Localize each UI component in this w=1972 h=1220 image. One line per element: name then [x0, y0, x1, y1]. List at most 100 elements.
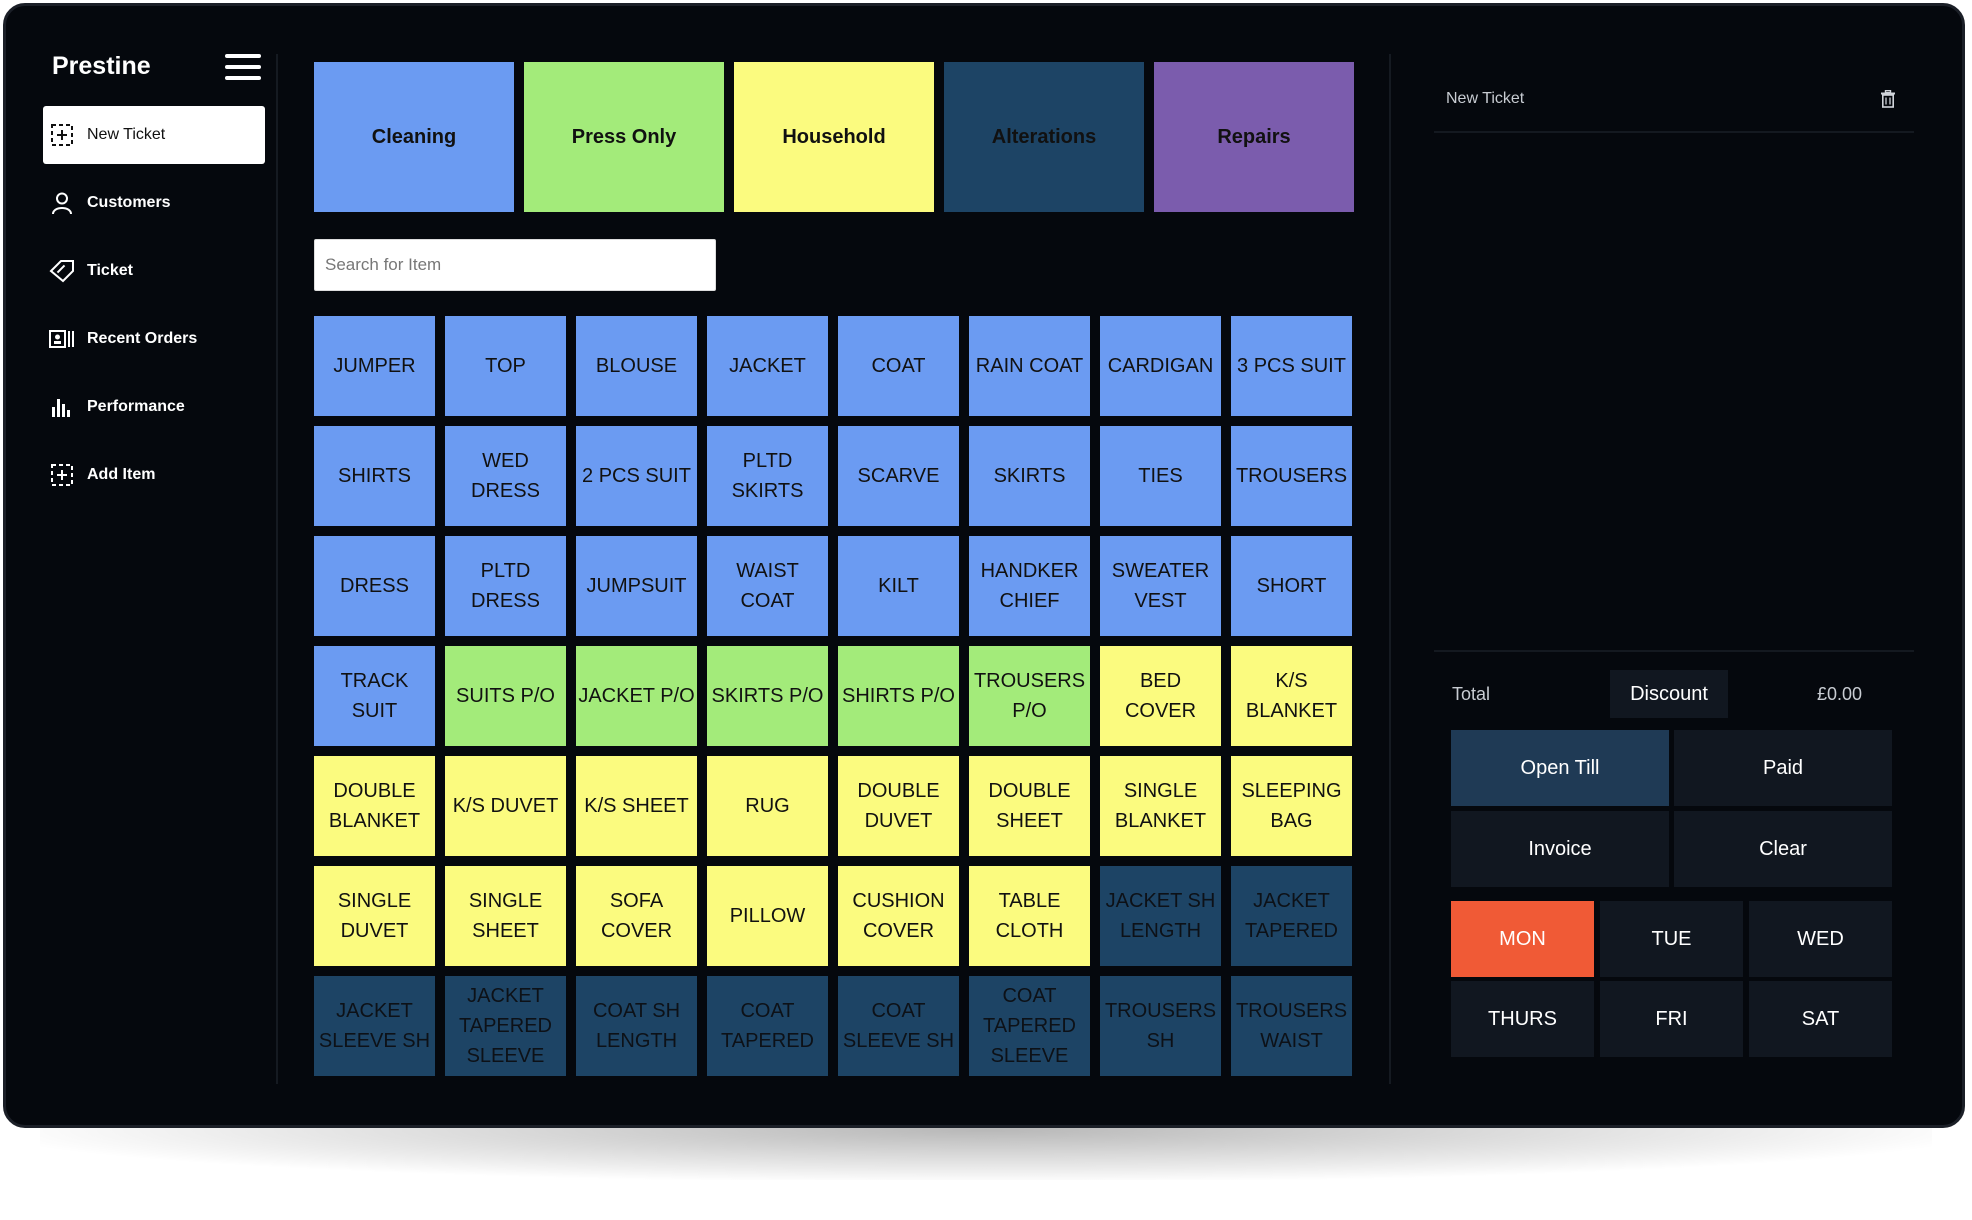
item-tile-rain-coat[interactable]: RAIN COAT [969, 316, 1090, 416]
item-tile-pltd-skirts[interactable]: PLTD SKIRTS [707, 426, 828, 526]
category-tab-repairs[interactable]: Repairs [1154, 62, 1354, 212]
user-icon [49, 190, 75, 216]
ticket-title: New Ticket [1446, 90, 1525, 107]
day-button-wed[interactable]: WED [1749, 901, 1892, 977]
item-tile-jumper[interactable]: JUMPER [314, 316, 435, 416]
item-tile-jacket-p-o[interactable]: JACKET P/O [576, 646, 697, 746]
day-button-tue[interactable]: TUE [1600, 901, 1743, 977]
panel-divider [1389, 54, 1391, 1084]
item-tile-cardigan[interactable]: CARDIGAN [1100, 316, 1221, 416]
item-tile-scarve[interactable]: SCARVE [838, 426, 959, 526]
sidebar-item-add-item[interactable]: Add Item [43, 446, 265, 504]
item-tile-rug[interactable]: RUG [707, 756, 828, 856]
item-tile-pillow[interactable]: PILLOW [707, 866, 828, 966]
item-tile-blouse[interactable]: BLOUSE [576, 316, 697, 416]
item-tile-jacket-tapered[interactable]: JACKET TAPERED [1231, 866, 1352, 966]
add-item-icon [49, 462, 75, 488]
open-till-button[interactable]: Open Till [1451, 730, 1669, 806]
item-tile-k-s-sheet[interactable]: K/S SHEET [576, 756, 697, 856]
item-tile-coat-sleeve-sh[interactable]: COAT SLEEVE SH [838, 976, 959, 1076]
item-tile-dress[interactable]: DRESS [314, 536, 435, 636]
item-tile-trousers[interactable]: TROUSERS [1231, 426, 1352, 526]
recent-orders-icon [49, 326, 75, 352]
item-tile-double-sheet[interactable]: DOUBLE SHEET [969, 756, 1090, 856]
item-tile-sofa-cover[interactable]: SOFA COVER [576, 866, 697, 966]
item-tile-ties[interactable]: TIES [1100, 426, 1221, 526]
item-tile-pltd-dress[interactable]: PLTD DRESS [445, 536, 566, 636]
category-tab-cleaning[interactable]: Cleaning [314, 62, 514, 212]
sidebar-item-label: Customers [87, 194, 171, 211]
item-tile-shirts[interactable]: SHIRTS [314, 426, 435, 526]
item-tile-skirts[interactable]: SKIRTS [969, 426, 1090, 526]
item-tile-top[interactable]: TOP [445, 316, 566, 416]
invoice-button[interactable]: Invoice [1451, 811, 1669, 887]
item-tile-bed-cover[interactable]: BED COVER [1100, 646, 1221, 746]
item-tile-double-duvet[interactable]: DOUBLE DUVET [838, 756, 959, 856]
item-tile-coat-tapered[interactable]: COAT TAPERED [707, 976, 828, 1076]
sidebar-item-new-ticket[interactable]: New Ticket [43, 106, 265, 164]
item-tile-coat[interactable]: COAT [838, 316, 959, 416]
ticket-footer-divider [1434, 650, 1914, 652]
item-grid: JUMPER TOP BLOUSE JACKET COAT RAIN COAT CARDIG… [314, 316, 1352, 1076]
trash-icon[interactable] [1880, 89, 1898, 110]
item-tile-track-suit[interactable]: TRACK SUIT [314, 646, 435, 746]
sidebar-item-recent-orders[interactable]: Recent Orders [43, 310, 265, 368]
clear-button[interactable]: Clear [1674, 811, 1892, 887]
item-tile-skirts-p-o[interactable]: SKIRTS P/O [707, 646, 828, 746]
category-tab-press-only[interactable]: Press Only [524, 62, 724, 212]
category-tabs: Cleaning Press Only Household Alterations Re… [314, 62, 1354, 212]
item-tile-trousers-p-o[interactable]: TROUSERS P/O [969, 646, 1090, 746]
sidebar-item-label: Recent Orders [87, 330, 198, 347]
item-tile-wed-dress[interactable]: WED DRESS [445, 426, 566, 526]
sidebar-item-performance[interactable]: Performance [43, 378, 265, 436]
hamburger-menu-icon[interactable] [225, 54, 263, 82]
search-input[interactable] [314, 239, 716, 291]
sidebar-item-label: Add Item [87, 466, 156, 483]
item-tile-suits-p-o[interactable]: SUITS P/O [445, 646, 566, 746]
item-tile-jumpsuit[interactable]: JUMPSUIT [576, 536, 697, 636]
item-tile-coat-sh-length[interactable]: COAT SH LENGTH [576, 976, 697, 1076]
item-tile-table-cloth[interactable]: TABLE CLOTH [969, 866, 1090, 966]
item-tile-jacket-sleeve-sh[interactable]: JACKET SLEEVE SH [314, 976, 435, 1076]
item-tile-jacket-sh-length[interactable]: JACKET SH LENGTH [1100, 866, 1221, 966]
item-tile-shirts-p-o[interactable]: SHIRTS P/O [838, 646, 959, 746]
category-tab-household[interactable]: Household [734, 62, 934, 212]
item-tile-single-blanket[interactable]: SINGLE BLANKET [1100, 756, 1221, 856]
category-tab-alterations[interactable]: Alterations [944, 62, 1144, 212]
sidebar: Prestine New Ticket Customers Ticket Recent… [6, 6, 278, 1125]
item-tile-sweater-vest[interactable]: SWEATER VEST [1100, 536, 1221, 636]
item-tile-coat-tapered-sleeve[interactable]: COAT TAPERED SLEEVE [969, 976, 1090, 1076]
item-tile-single-sheet[interactable]: SINGLE SHEET [445, 866, 566, 966]
total-value: £0.00 [1816, 684, 1862, 704]
paid-button[interactable]: Paid [1674, 730, 1892, 806]
item-tile-3-pcs-suit[interactable]: 3 PCS SUIT [1231, 316, 1352, 416]
item-tile-single-duvet[interactable]: SINGLE DUVET [314, 866, 435, 966]
sidebar-item-customers[interactable]: Customers [43, 174, 265, 232]
item-tile-jacket[interactable]: JACKET [707, 316, 828, 416]
sidebar-item-ticket[interactable]: Ticket [43, 242, 265, 300]
item-tile-sleeping-bag[interactable]: SLEEPING BAG [1231, 756, 1352, 856]
day-button-fri[interactable]: FRI [1600, 981, 1743, 1057]
day-button-mon[interactable]: MON [1451, 901, 1594, 977]
item-tile-k-s-blanket[interactable]: K/S BLANKET [1231, 646, 1352, 746]
item-tile-kilt[interactable]: KILT [838, 536, 959, 636]
item-tile-waist-coat[interactable]: WAIST COAT [707, 536, 828, 636]
item-tile-jacket-tapered-sleeve[interactable]: JACKET TAPERED SLEEVE [445, 976, 566, 1076]
item-tile-trousers-waist[interactable]: TROUSERS WAIST [1231, 976, 1352, 1076]
discount-button[interactable]: Discount [1610, 670, 1728, 718]
item-tile-handker-chief[interactable]: HANDKER CHIEF [969, 536, 1090, 636]
sidebar-divider [276, 54, 278, 1084]
item-tile-double-blanket[interactable]: DOUBLE BLANKET [314, 756, 435, 856]
ticket-header-divider [1434, 131, 1914, 133]
pos-window: Prestine New Ticket Customers Ticket Recent… [3, 3, 1965, 1128]
item-tile-k-s-duvet[interactable]: K/S DUVET [445, 756, 566, 856]
sidebar-item-label: Ticket [87, 262, 133, 279]
item-tile-short[interactable]: SHORT [1231, 536, 1352, 636]
item-tile-cushion-cover[interactable]: CUSHION COVER [838, 866, 959, 966]
add-square-icon [49, 122, 75, 148]
sidebar-nav: New Ticket Customers Ticket Recent Orders Pe… [43, 106, 265, 514]
day-button-thurs[interactable]: THURS [1451, 981, 1594, 1057]
item-tile-2-pcs-suit[interactable]: 2 PCS SUIT [576, 426, 697, 526]
day-button-sat[interactable]: SAT [1749, 981, 1892, 1057]
item-tile-trousers-sh[interactable]: TROUSERS SH [1100, 976, 1221, 1076]
